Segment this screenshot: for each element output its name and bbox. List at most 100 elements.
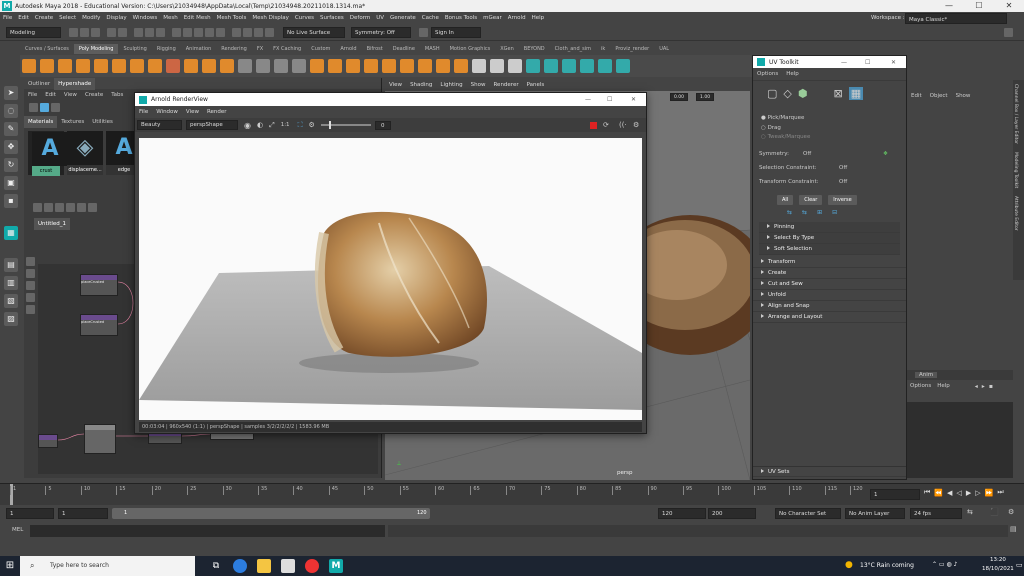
new-scene-icon[interactable] <box>69 27 78 37</box>
tray-icons[interactable]: ⌃ ▭ ◍ ♪ <box>932 561 957 568</box>
menu-modify[interactable]: Modify <box>79 12 103 24</box>
scale-tool-icon[interactable]: ▣ <box>4 176 18 190</box>
ipr-render-icon[interactable] <box>254 27 263 37</box>
history-icon[interactable] <box>232 27 241 37</box>
store-icon[interactable] <box>281 559 295 573</box>
poly-cube-icon[interactable] <box>40 59 54 73</box>
svg-icon[interactable] <box>220 59 234 73</box>
ipr-icon[interactable]: ((· <box>619 121 627 129</box>
uv-editor-icon[interactable] <box>562 59 576 73</box>
uv-vertex-mode-icon[interactable]: ▢ <box>767 87 777 100</box>
render-settings-icon[interactable] <box>265 27 274 37</box>
section-soft-selection[interactable]: Soft Selection <box>759 244 900 255</box>
play-back-icon[interactable]: ◁ <box>956 489 961 497</box>
menu-edit-mesh[interactable]: Edit Mesh <box>181 12 214 24</box>
menu-edit[interactable]: Edit <box>15 12 32 24</box>
crop-icon[interactable]: ⛶ <box>298 121 303 130</box>
uv-edge-mode-icon[interactable]: ◇ <box>783 87 791 100</box>
extrude-icon[interactable] <box>328 59 342 73</box>
section-cut-and-sew[interactable]: Cut and Sew <box>753 279 906 290</box>
section-transform[interactable]: Transform <box>753 257 906 268</box>
cb-menu-show[interactable]: Show <box>952 93 975 99</box>
shelf-tab-sculpting[interactable]: Sculpting <box>118 44 151 54</box>
connect-icon[interactable] <box>454 59 468 73</box>
menu-display[interactable]: Display <box>103 12 129 24</box>
uv-shell-mode-icon[interactable]: ⬢ <box>798 87 808 100</box>
move-tool-icon[interactable]: ✥ <box>4 140 18 154</box>
menu-arnold[interactable]: Arnold <box>505 12 529 24</box>
shelf-tab-arnold[interactable]: Arnold <box>335 44 361 54</box>
render-canvas[interactable] <box>139 138 642 420</box>
rv-settings-icon[interactable]: ⚙ <box>633 121 639 129</box>
graph-side-icon[interactable] <box>26 293 35 302</box>
step-back-frame-icon[interactable]: ◀ <box>947 489 952 497</box>
separate-icon[interactable] <box>256 59 270 73</box>
poly-torus-icon[interactable] <box>94 59 108 73</box>
material-displacement[interactable]: ◈ displaceme... <box>67 131 103 175</box>
anim-prefs-icon[interactable]: ⚙ <box>1008 508 1014 516</box>
end-frame-field[interactable]: 200 <box>708 508 756 519</box>
windows-start-icon[interactable]: ⊞ <box>0 556 20 576</box>
graph-tool-icon[interactable] <box>77 202 86 212</box>
exposure-field[interactable]: 0 <box>374 120 391 130</box>
exposure-handle[interactable] <box>328 121 331 129</box>
selection-constraint-value[interactable]: Off <box>839 161 847 175</box>
rv-menu-file[interactable]: File <box>135 106 152 118</box>
vp-value-b[interactable]: 1.00 <box>696 93 715 101</box>
menu-help[interactable]: Help <box>529 12 548 24</box>
cb-menu-edit[interactable]: Edit <box>907 93 926 99</box>
smooth-icon[interactable] <box>274 59 288 73</box>
section-align-and-snap[interactable]: Align and Snap <box>753 301 906 312</box>
menu-curves[interactable]: Curves <box>292 12 317 24</box>
maximize-button[interactable]: ☐ <box>964 0 994 12</box>
fps-select[interactable]: 24 fps <box>910 508 962 519</box>
menu-windows[interactable]: Windows <box>130 12 161 24</box>
notifications-icon[interactable]: ▭ <box>1016 561 1023 569</box>
command-input[interactable] <box>30 525 385 537</box>
uv-tool-pick[interactable]: ● Pick/Marquee <box>761 114 906 124</box>
clock-time[interactable]: 13:20 <box>990 557 1006 563</box>
tab-textures[interactable]: Textures <box>57 116 88 128</box>
shelf-tab-motion-graphics[interactable]: Motion Graphics <box>445 44 496 54</box>
hs-menu-edit[interactable]: Edit <box>41 89 60 101</box>
sidebar-toggle-icon[interactable] <box>1004 27 1013 37</box>
script-editor-icon[interactable]: ▤ <box>1010 525 1017 533</box>
graph-tool-icon[interactable] <box>88 202 97 212</box>
select-inverse-button[interactable]: Inverse <box>828 194 857 205</box>
select-clear-button[interactable]: Clear <box>799 194 823 205</box>
select-object-icon[interactable] <box>145 27 154 37</box>
render-frame-icon[interactable] <box>243 27 252 37</box>
poly-sphere-icon[interactable] <box>22 59 36 73</box>
symmetry-select[interactable]: Symmetry: Off <box>351 26 411 38</box>
mode-select[interactable]: Modeling <box>6 26 61 38</box>
boolean-icon[interactable] <box>292 59 306 73</box>
shelf-tab-beyond[interactable]: BEYOND <box>519 44 550 54</box>
uv-cut-icon[interactable] <box>580 59 594 73</box>
section-uv-sets[interactable]: UV Sets <box>753 466 906 477</box>
uv-unfold-icon[interactable] <box>598 59 612 73</box>
append-icon[interactable] <box>400 59 414 73</box>
uv-face-mode-icon[interactable]: ⊠ <box>833 87 842 100</box>
exposure-slider[interactable] <box>320 121 371 129</box>
uv-tool-drag[interactable]: ○ Drag <box>761 124 906 134</box>
paint-select-icon[interactable]: ✎ <box>4 122 18 136</box>
transform-constraint-value[interactable]: Off <box>839 175 847 189</box>
layer-new-icon[interactable]: ▪ <box>989 383 993 390</box>
bridge-icon[interactable] <box>346 59 360 73</box>
menu-mesh[interactable]: Mesh <box>160 12 180 24</box>
start-frame-field[interactable]: 1 <box>6 508 54 519</box>
bevel-icon[interactable] <box>364 59 378 73</box>
graph-side-icon[interactable] <box>26 281 35 290</box>
workspace-select[interactable]: Maya Classic* <box>905 13 1007 24</box>
collapse-icon[interactable] <box>436 59 450 73</box>
side-tab-modeling-toolkit[interactable]: Modeling Toolkit <box>1013 148 1018 192</box>
menu-create[interactable]: Create <box>32 12 56 24</box>
step-forward-frame-icon[interactable]: ▷ <box>975 489 980 497</box>
menu-mesh-tools[interactable]: Mesh Tools <box>214 12 250 24</box>
sign-in-select[interactable]: Sign In <box>431 26 481 38</box>
aov-select[interactable]: Beauty <box>137 120 182 130</box>
shelf-tab-proviz-render[interactable]: Proviz_render <box>610 44 654 54</box>
graph-tool-icon[interactable] <box>33 202 42 212</box>
graph-side-icon[interactable] <box>26 305 35 314</box>
shelf-tab-poly-modeling[interactable]: Poly Modeling <box>73 44 119 54</box>
